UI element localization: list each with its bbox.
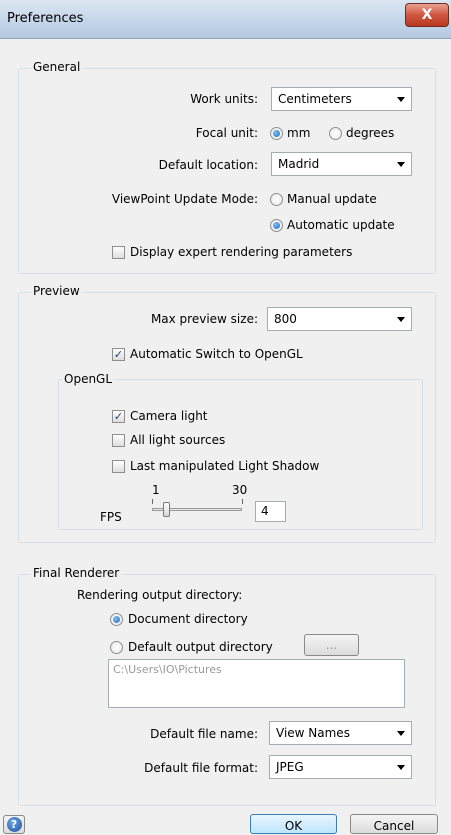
close-icon: X bbox=[421, 7, 433, 23]
fps-slider-thumb[interactable] bbox=[163, 502, 170, 517]
expert-params-checkbox[interactable] bbox=[112, 246, 125, 259]
fps-tick-min bbox=[152, 499, 153, 504]
max-preview-size-value: 800 bbox=[274, 312, 297, 326]
fps-value-field[interactable]: 4 bbox=[255, 501, 286, 522]
default-location-select[interactable]: Madrid bbox=[271, 152, 412, 176]
focal-mm-label: mm bbox=[287, 126, 311, 140]
max-preview-size-label: Max preview size: bbox=[150, 312, 258, 326]
all-light-sources-checkbox[interactable] bbox=[112, 434, 125, 447]
dropdown-arrow-icon bbox=[397, 317, 405, 322]
document-directory-radio[interactable] bbox=[110, 613, 123, 626]
default-file-name-value: View Names bbox=[276, 726, 350, 740]
default-file-format-select[interactable]: JPEG bbox=[269, 755, 412, 779]
fps-min-label: 1 bbox=[152, 483, 160, 497]
opengl-group-title: OpenGL bbox=[62, 372, 115, 386]
dropdown-arrow-icon bbox=[397, 162, 405, 167]
dropdown-arrow-icon bbox=[397, 97, 405, 102]
fps-label: FPS bbox=[100, 510, 122, 524]
focal-degrees-radio[interactable] bbox=[329, 127, 342, 140]
output-directory-label: Rendering output directory: bbox=[77, 588, 243, 602]
automatic-update-label: Automatic update bbox=[287, 218, 395, 232]
final-renderer-group-title: Final Renderer bbox=[31, 566, 122, 580]
default-output-directory-radio[interactable] bbox=[110, 641, 123, 654]
general-group-title: General bbox=[31, 60, 83, 74]
focal-unit-label: Focal unit: bbox=[195, 126, 258, 140]
expert-params-label: Display expert rendering parameters bbox=[130, 245, 353, 259]
checkmark-icon: ✓ bbox=[113, 410, 124, 423]
max-preview-size-select[interactable]: 800 bbox=[267, 307, 412, 331]
work-units-label: Work units: bbox=[190, 92, 258, 106]
help-button[interactable]: ? bbox=[3, 815, 25, 834]
auto-switch-opengl-checkbox[interactable]: ✓ bbox=[112, 348, 125, 361]
default-file-format-label: Default file format: bbox=[144, 761, 258, 775]
viewpoint-mode-label: ViewPoint Update Mode: bbox=[111, 192, 258, 206]
focal-degrees-label: degrees bbox=[346, 126, 395, 140]
automatic-update-radio[interactable] bbox=[270, 219, 283, 232]
default-location-value: Madrid bbox=[278, 157, 320, 171]
camera-light-label: Camera light bbox=[130, 409, 208, 423]
window-title: Preferences bbox=[7, 11, 84, 26]
default-location-label: Default location: bbox=[158, 158, 258, 172]
preview-group-title: Preview bbox=[31, 284, 82, 298]
help-icon: ? bbox=[6, 817, 22, 832]
fps-tick-max bbox=[242, 499, 243, 504]
ok-button[interactable]: OK bbox=[250, 814, 337, 834]
browse-directory-button[interactable]: ... bbox=[304, 634, 359, 656]
manual-update-radio[interactable] bbox=[270, 193, 283, 206]
output-path-field[interactable]: C:\Users\IO\Pictures bbox=[108, 659, 405, 708]
document-directory-label: Document directory bbox=[128, 612, 248, 626]
all-light-sources-label: All light sources bbox=[130, 433, 226, 447]
default-output-directory-label: Default output directory bbox=[128, 640, 273, 654]
focal-mm-radio[interactable] bbox=[270, 127, 283, 140]
work-units-select[interactable]: Centimeters bbox=[271, 87, 412, 111]
auto-switch-opengl-label: Automatic Switch to OpenGL bbox=[130, 347, 303, 361]
default-file-format-value: JPEG bbox=[276, 760, 304, 774]
work-units-value: Centimeters bbox=[278, 92, 352, 106]
dropdown-arrow-icon bbox=[397, 765, 405, 770]
camera-light-checkbox[interactable]: ✓ bbox=[112, 410, 125, 423]
close-button[interactable]: X bbox=[405, 3, 449, 27]
fps-max-label: 30 bbox=[232, 483, 248, 497]
default-file-name-label: Default file name: bbox=[150, 727, 258, 741]
manual-update-label: Manual update bbox=[287, 192, 377, 206]
last-light-shadow-label: Last manipulated Light Shadow bbox=[130, 459, 320, 473]
checkmark-icon: ✓ bbox=[113, 348, 124, 361]
cancel-button[interactable]: Cancel bbox=[350, 814, 438, 834]
last-light-shadow-checkbox[interactable] bbox=[112, 460, 125, 473]
dropdown-arrow-icon bbox=[397, 731, 405, 736]
default-file-name-select[interactable]: View Names bbox=[269, 721, 412, 745]
